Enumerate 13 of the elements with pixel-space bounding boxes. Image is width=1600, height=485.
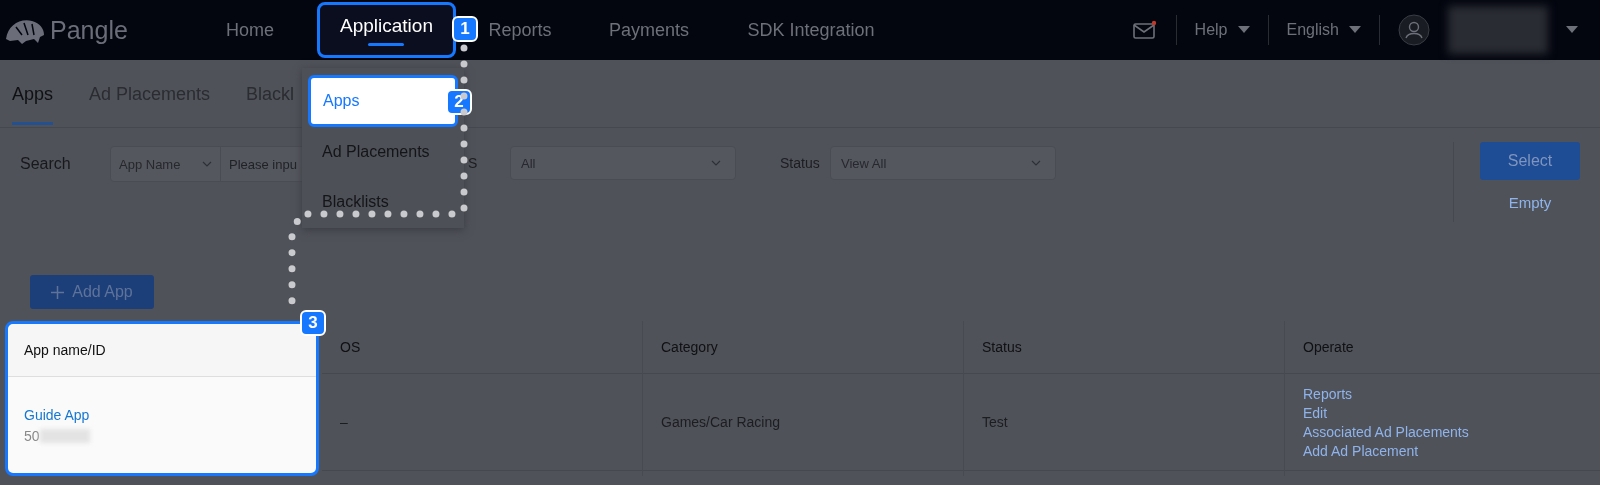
column-header: OS: [322, 321, 642, 374]
table-cell: –: [340, 414, 348, 430]
table-cell: Games/Car Racing: [661, 414, 781, 430]
filter-label: Status: [780, 155, 821, 171]
app-id: 50: [24, 428, 40, 444]
filter-label: S: [468, 155, 479, 171]
table-cell: Test: [982, 414, 1008, 430]
column-header: Category: [643, 321, 963, 374]
column-header: Operate: [1285, 321, 1600, 374]
search-label: Search: [20, 155, 72, 173]
logo-text: Pangle: [50, 15, 128, 45]
step-badge: 1: [452, 16, 478, 42]
column-header: Status: [964, 321, 1284, 374]
